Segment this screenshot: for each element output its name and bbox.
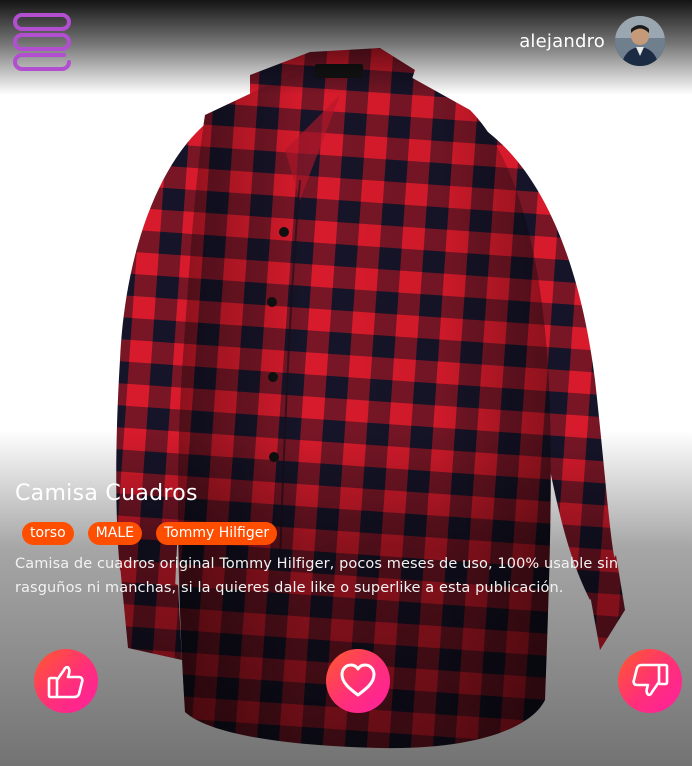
tag-chip: torso [22, 522, 74, 545]
product-description: Camisa de cuadros original Tommy Hilfige… [15, 556, 619, 596]
like-button[interactable] [34, 649, 98, 713]
tag-chip: Tommy Hilfiger [155, 522, 278, 545]
menu-button[interactable] [12, 12, 72, 72]
thumbs-down-icon [632, 663, 669, 697]
tag-list: torso MALE Tommy Hilfiger [22, 522, 278, 545]
swipe-card[interactable]: alejandro Camisa Cuadros torso MALE Tomm… [0, 0, 692, 766]
username: alejandro [519, 30, 605, 52]
avatar-photo [615, 16, 665, 66]
product-title: Camisa Cuadros [15, 481, 198, 506]
dislike-button[interactable] [618, 649, 682, 713]
tag-chip: MALE [87, 522, 142, 545]
user-profile[interactable]: alejandro [519, 16, 665, 66]
user-avatar[interactable] [615, 16, 665, 66]
menu-icon [13, 13, 71, 71]
thumbs-up-icon [47, 665, 84, 699]
superlike-button[interactable] [326, 649, 390, 713]
heart-icon [340, 663, 376, 697]
